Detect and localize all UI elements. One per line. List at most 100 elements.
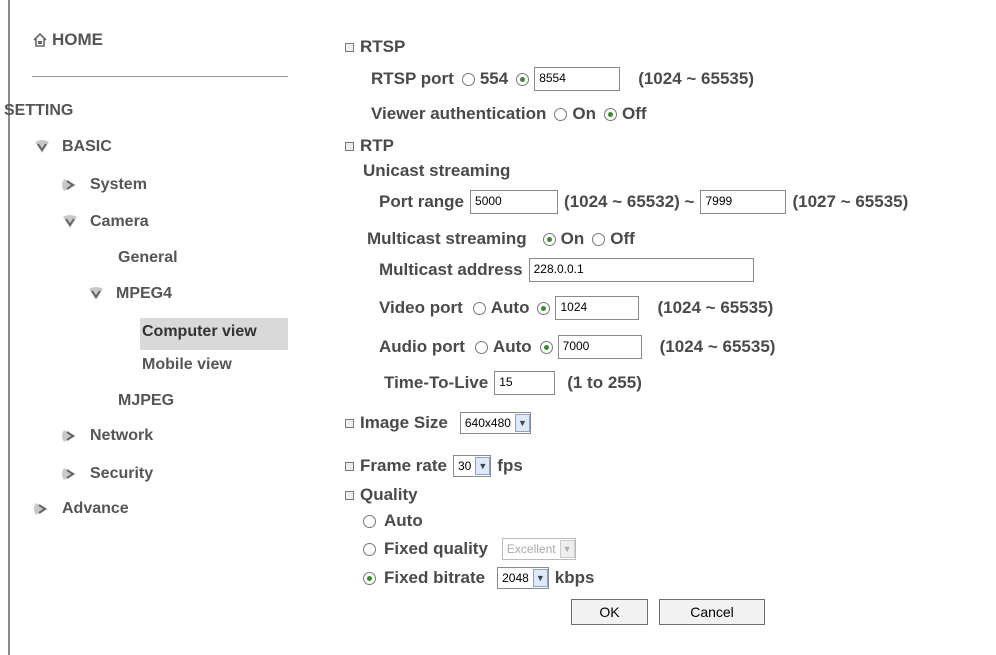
frame-rate-select[interactable]: 30 ▼ (452, 455, 492, 477)
quality-auto-row: Auto (363, 511, 423, 531)
sidebar-item-label: System (90, 176, 147, 193)
ttl-row: Time-To-Live 15 (1 to 255) (384, 371, 642, 395)
frame-rate-unit: fps (497, 456, 523, 475)
sidebar-item-system[interactable]: System (60, 176, 147, 194)
multicast-off-radio[interactable] (592, 232, 606, 246)
rtp-section-header: RTP (345, 136, 394, 156)
sidebar: HOME SETTING BASIC System Camera General… (4, 0, 288, 655)
quality-section-header: Quality (345, 485, 418, 505)
audio-port-label: Audio port (379, 337, 465, 356)
fixed-bitrate-label: Fixed bitrate (384, 568, 486, 587)
sidebar-item-network[interactable]: Network (60, 427, 153, 445)
image-size-select[interactable]: 640x480 ▼ (459, 412, 531, 434)
sidebar-item-basic[interactable]: BASIC (32, 138, 112, 156)
section-title: RTP (360, 136, 394, 155)
chevron-right-icon (34, 503, 48, 515)
video-port-input[interactable]: 1024 (555, 296, 640, 320)
image-size-label: Image Size (360, 413, 448, 432)
multicast-off-label: Off (610, 229, 635, 248)
section-title: Quality (360, 485, 418, 504)
home-icon (33, 32, 47, 47)
port-range-from-input[interactable]: 5000 (470, 190, 559, 214)
sidebar-item-computer-view[interactable]: Computer view (142, 323, 288, 341)
quality-auto-radio[interactable] (363, 514, 376, 528)
rtsp-port-default-label: 554 (479, 69, 509, 88)
fixed-quality-row: Fixed quality Excellent ▼ (363, 538, 582, 560)
video-port-custom-radio[interactable] (537, 301, 551, 315)
fixed-bitrate-row: Fixed bitrate 2048 ▼ kbps (363, 567, 594, 589)
square-bullet-icon (345, 461, 354, 471)
chevron-down-icon: ▼ (514, 414, 530, 432)
rtsp-port-input[interactable]: 8554 (534, 67, 621, 91)
chevron-down-icon: ▼ (475, 457, 491, 475)
chevron-down-icon (63, 215, 77, 228)
video-port-range: (1024 ~ 65535) (657, 298, 774, 317)
setting-heading: SETTING (4, 102, 73, 120)
audio-port-auto-radio[interactable] (474, 340, 488, 354)
sidebar-item-general[interactable]: General (118, 249, 178, 267)
multicast-row: Multicast streaming On Off (367, 229, 635, 249)
sidebar-item-mobile-view[interactable]: Mobile view (142, 356, 232, 374)
rtsp-port-row: RTSP port 554 8554 (1024 ~ 65535) (371, 67, 754, 91)
square-bullet-icon (345, 141, 354, 151)
sidebar-item-mpeg4[interactable]: MPEG4 (86, 285, 172, 303)
frame-rate-label: Frame rate (360, 456, 447, 475)
unicast-heading: Unicast streaming (363, 161, 510, 181)
viewer-auth-on-radio[interactable] (554, 107, 568, 121)
sidebar-item-label: Advance (62, 500, 129, 517)
video-port-row: Video port Auto 1024 (1024 ~ 65535) (379, 296, 773, 320)
home-link[interactable]: HOME (32, 30, 103, 50)
square-bullet-icon (345, 418, 354, 428)
video-port-label: Video port (379, 298, 463, 317)
port-range-to-input[interactable]: 7999 (700, 190, 787, 214)
sidebar-item-label: Network (90, 427, 154, 444)
chevron-down-icon: ▼ (559, 540, 575, 558)
sidebar-item-label: Camera (90, 213, 149, 230)
video-port-auto-radio[interactable] (472, 301, 486, 315)
video-port-auto-label: Auto (490, 298, 530, 317)
sidebar-item-mjpeg[interactable]: MJPEG (118, 392, 174, 410)
chevron-down-icon (35, 140, 49, 153)
sidebar-item-advance[interactable]: Advance (32, 500, 129, 518)
home-label: HOME (52, 30, 103, 49)
fixed-quality-select[interactable]: Excellent ▼ (501, 538, 576, 560)
audio-port-input[interactable]: 7000 (557, 335, 642, 359)
multicast-address-label: Multicast address (379, 260, 523, 279)
multicast-on-label: On (560, 229, 585, 248)
sidebar-item-security[interactable]: Security (60, 465, 153, 483)
rtsp-port-range: (1024 ~ 65535) (638, 69, 754, 88)
ok-button[interactable]: OK (571, 599, 648, 625)
fixed-bitrate-radio[interactable] (363, 571, 376, 585)
bitrate-select[interactable]: 2048 ▼ (497, 567, 549, 589)
ttl-label: Time-To-Live (384, 373, 489, 392)
bitrate-unit: kbps (554, 568, 595, 587)
port-range-to-hint: (1027 ~ 65535) (792, 192, 909, 211)
fixed-quality-label: Fixed quality (384, 539, 488, 558)
viewer-auth-off-label: Off (622, 104, 647, 123)
fixed-quality-radio[interactable] (363, 542, 376, 556)
image-size-value: 640x480 (464, 416, 511, 430)
audio-port-row: Audio port Auto 7000 (1024 ~ 65535) (379, 335, 775, 359)
ttl-input[interactable]: 15 (494, 371, 556, 395)
multicast-address-input[interactable]: 228.0.0.1 (528, 258, 754, 282)
chevron-down-icon (89, 287, 103, 300)
audio-port-custom-radio[interactable] (539, 340, 553, 354)
sidebar-item-label: General (118, 249, 178, 266)
bitrate-value: 2048 (502, 571, 529, 585)
square-bullet-icon (345, 42, 354, 52)
chevron-right-icon (62, 179, 76, 191)
sidebar-item-label: MJPEG (118, 392, 175, 409)
sidebar-item-label: Computer view (142, 323, 257, 340)
sidebar-divider (32, 76, 288, 77)
chevron-right-icon (62, 430, 76, 442)
multicast-on-radio[interactable] (542, 232, 556, 246)
fixed-quality-value: Excellent (506, 542, 556, 556)
rtsp-port-default-radio[interactable] (461, 72, 475, 86)
cancel-button[interactable]: Cancel (659, 599, 765, 625)
viewer-auth-off-radio[interactable] (604, 107, 618, 121)
sidebar-item-camera[interactable]: Camera (60, 213, 149, 231)
rtsp-port-custom-radio[interactable] (516, 72, 530, 86)
square-bullet-icon (345, 490, 354, 500)
sidebar-item-label: BASIC (62, 138, 112, 155)
port-range-row: Port range 5000 (1024 ~ 65532) ~ 7999 (1… (379, 190, 908, 214)
